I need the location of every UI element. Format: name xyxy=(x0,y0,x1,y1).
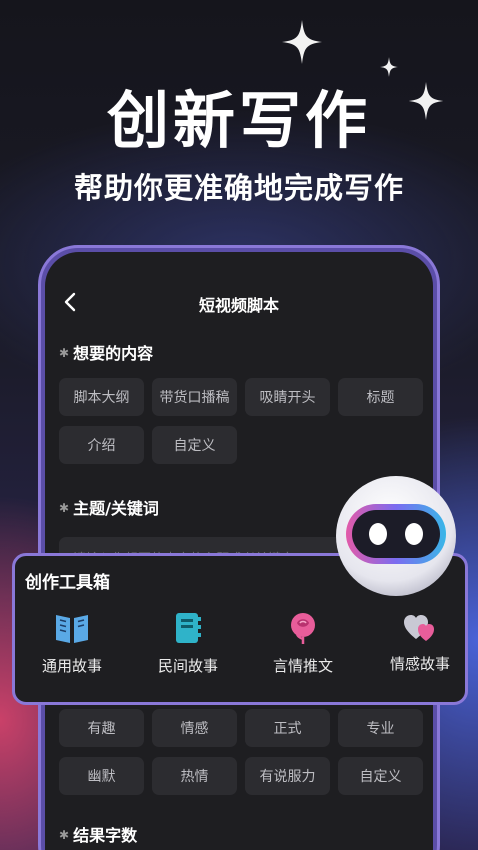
content-option-chip[interactable]: 标题 xyxy=(338,378,423,416)
content-option-chip[interactable]: 吸睛开头 xyxy=(245,378,330,416)
content-option-chip[interactable]: 脚本大纲 xyxy=(59,378,144,416)
tone-option-chip[interactable]: 正式 xyxy=(245,709,330,747)
content-option-chip[interactable]: 自定义 xyxy=(152,426,237,464)
required-asterisk-icon: ✱ xyxy=(59,501,70,515)
content-option-chip[interactable]: 带货口播稿 xyxy=(152,378,237,416)
nav-bar: 短视频脚本 xyxy=(45,282,433,322)
tone-option-chip[interactable]: 热情 xyxy=(152,757,237,795)
notebook-icon xyxy=(176,613,201,643)
required-asterisk-icon: ✱ xyxy=(59,346,70,360)
tone-option-chip[interactable]: 情感 xyxy=(152,709,237,747)
content-option-chip[interactable]: 介绍 xyxy=(59,426,144,464)
open-book-icon xyxy=(56,615,88,643)
tone-option-chip[interactable]: 有趣 xyxy=(59,709,144,747)
tone-option-chip[interactable]: 幽默 xyxy=(59,757,144,795)
banner-subline: 帮助你更准确地完成写作 xyxy=(73,171,404,205)
tone-option-chip[interactable]: 自定义 xyxy=(338,757,423,795)
page-title: 短视频脚本 xyxy=(198,296,279,315)
tool-label: 言情推文 xyxy=(272,657,333,675)
sparkle-large-icon xyxy=(282,20,322,64)
topic-section-label: ✱ 主题/关键词 xyxy=(59,499,159,518)
hearts-icon xyxy=(404,615,434,641)
tool-emotional-story[interactable]: 情感故事 xyxy=(370,611,470,681)
tone-option-chip[interactable]: 专业 xyxy=(338,709,423,747)
content-section-label: ✱ 想要的内容 xyxy=(59,344,154,363)
required-asterisk-icon: ✱ xyxy=(59,828,70,842)
tool-label: 通用故事 xyxy=(41,657,102,675)
robot-mascot-icon xyxy=(332,474,460,598)
tone-option-chip[interactable]: 有说服力 xyxy=(245,757,330,795)
banner-headline: 创新写作 xyxy=(106,84,371,157)
result-length-section-label: ✱ 结果字数 xyxy=(59,826,138,845)
tool-folk-story[interactable]: 民间故事 xyxy=(138,611,238,681)
toolbox-title: 创作工具箱 xyxy=(25,573,110,593)
tool-romance-post[interactable]: 言情推文 xyxy=(253,611,353,681)
tool-label: 情感故事 xyxy=(389,655,450,673)
tool-label: 民间故事 xyxy=(157,657,218,675)
rose-icon xyxy=(291,613,315,644)
tool-general-story[interactable]: 通用故事 xyxy=(22,611,122,681)
